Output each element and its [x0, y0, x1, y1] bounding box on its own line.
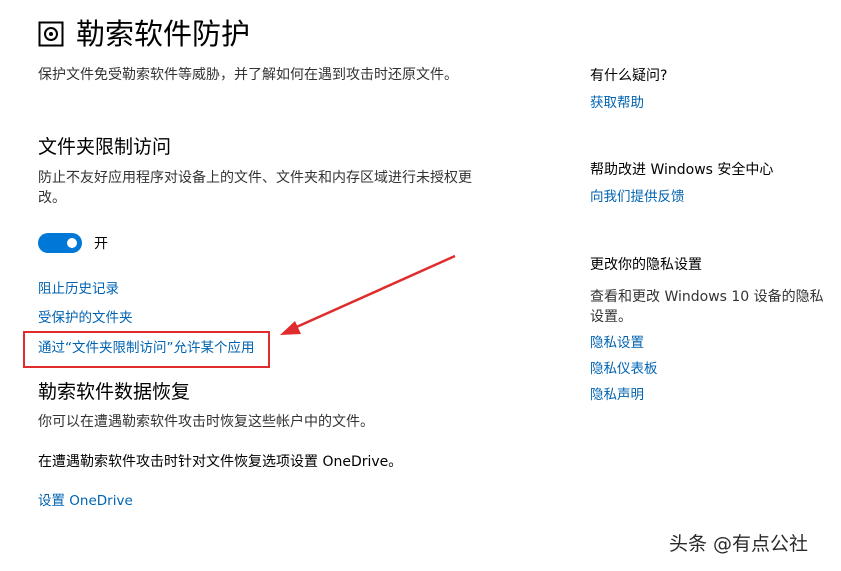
get-help-link[interactable]: 获取帮助 [590, 93, 644, 113]
feedback-link[interactable]: 向我们提供反馈 [590, 187, 685, 207]
recovery-title: 勒索软件数据恢复 [38, 381, 191, 403]
block-history-link[interactable]: 阻止历史记录 [38, 279, 119, 299]
folder-access-title: 文件夹限制访问 [38, 136, 172, 158]
annotation-highlight-box [23, 331, 270, 368]
annotation-arrow-icon [280, 254, 456, 335]
shield-settings-icon [38, 21, 64, 47]
folder-access-description-line2: 改。 [38, 190, 66, 206]
toggle-state-label: 开 [94, 236, 108, 252]
improve-title: 帮助改进 Windows 安全中心 [590, 162, 774, 178]
onedrive-text: 在遭遇勒索软件攻击时针对文件恢复选项设置 OneDrive。 [38, 454, 403, 470]
recovery-description: 你可以在遭遇勒索软件攻击时恢复这些帐户中的文件。 [38, 414, 374, 430]
privacy-settings-link[interactable]: 隐私设置 [590, 333, 644, 353]
questions-title: 有什么疑问? [590, 68, 668, 84]
protected-folders-link[interactable]: 受保护的文件夹 [38, 308, 133, 328]
setup-onedrive-link[interactable]: 设置 OneDrive [38, 491, 133, 511]
privacy-description-line1: 查看和更改 Windows 10 设备的隐私 [590, 289, 824, 305]
toggle-knob [67, 238, 77, 248]
page-description: 保护文件免受勒索软件等威胁，并了解如何在遇到攻击时还原文件。 [38, 67, 458, 83]
watermark: 头条 @有点公社 [669, 533, 809, 555]
page-title: 勒索软件防护 [76, 17, 251, 51]
privacy-dashboard-link[interactable]: 隐私仪表板 [590, 359, 658, 379]
privacy-description-line2: 设置。 [590, 309, 632, 325]
folder-access-description-line1: 防止不友好应用程序对设备上的文件、文件夹和内存区域进行未授权更 [38, 170, 472, 186]
folder-access-toggle[interactable] [38, 233, 82, 253]
privacy-title: 更改你的隐私设置 [590, 257, 702, 273]
privacy-statement-link[interactable]: 隐私声明 [590, 385, 644, 405]
